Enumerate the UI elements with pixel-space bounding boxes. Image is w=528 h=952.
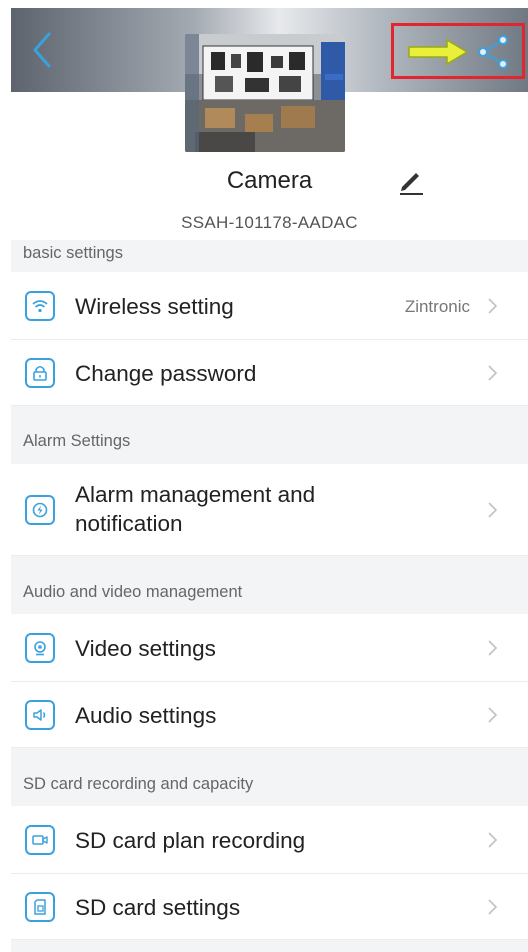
section-sd-card: SD card recording and capacity [11, 748, 528, 806]
chevron-right-icon [488, 707, 498, 723]
audio-settings-row[interactable]: Audio settings [11, 682, 528, 748]
settings-screen: Camera SSAH-101178-AADAC basic settings … [11, 8, 528, 952]
wireless-setting-label: Wireless setting [75, 294, 234, 319]
camera-thumbnail[interactable] [185, 34, 345, 152]
section-alarm-settings: Alarm Settings [11, 406, 528, 464]
lock-icon [25, 358, 55, 388]
share-button[interactable] [473, 32, 513, 72]
chevron-right-icon [488, 502, 498, 518]
edit-icon [400, 173, 423, 195]
video-settings-row[interactable]: Video settings [11, 614, 528, 682]
alarm-management-row[interactable]: Alarm management and notification [11, 464, 528, 556]
audio-settings-label: Audio settings [75, 703, 217, 728]
sd-plan-recording-label: SD card plan recording [75, 828, 306, 853]
chevron-right-icon [488, 298, 498, 314]
sd-recording-icon [25, 825, 55, 855]
back-button[interactable] [27, 30, 59, 70]
alarm-management-label: Alarm management and notification [75, 482, 316, 536]
change-password-label: Change password [75, 361, 257, 386]
section-audio-video: Audio and video management [11, 556, 528, 614]
wireless-network-value: Zintronic [404, 297, 470, 316]
camera-preview-image [185, 34, 345, 152]
chevron-right-icon [488, 365, 498, 381]
edit-name-button[interactable] [394, 163, 428, 197]
arrow-annotation-icon [407, 38, 471, 66]
share-icon [478, 35, 508, 69]
sd-plan-recording-row[interactable]: SD card plan recording [11, 806, 528, 874]
audio-icon [25, 700, 55, 730]
video-settings-label: Video settings [75, 636, 216, 661]
sd-card-icon [25, 892, 55, 922]
sd-card-settings-row[interactable]: SD card settings [11, 874, 528, 940]
change-password-row[interactable]: Change password [11, 340, 528, 406]
alarm-icon [25, 495, 55, 525]
section-basic-settings: basic settings [11, 240, 528, 272]
video-icon [25, 633, 55, 663]
camera-id: SSAH-101178-AADAC [181, 213, 358, 232]
sd-card-settings-label: SD card settings [75, 895, 241, 920]
back-icon [33, 32, 51, 68]
wireless-setting-row[interactable]: Wireless setting Zintronic [11, 272, 528, 340]
chevron-right-icon [488, 640, 498, 656]
camera-name: Camera [226, 167, 313, 194]
chevron-right-icon [488, 899, 498, 915]
chevron-right-icon [488, 832, 498, 848]
wifi-icon [25, 291, 55, 321]
